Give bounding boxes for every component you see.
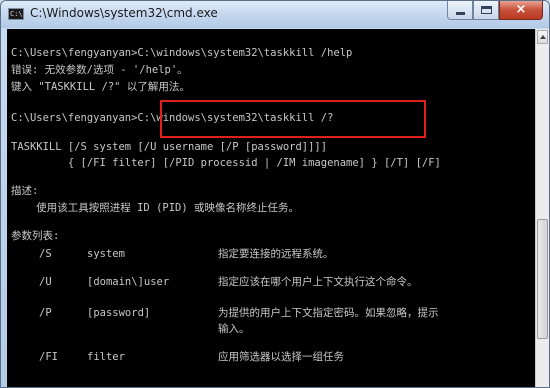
minimize-icon [456,12,465,15]
param-switch: /S [39,248,52,260]
console-line: 使用该工具按照进程 ID (PID) 或映像名称终止任务。 [11,202,300,214]
window-controls: × [447,1,543,20]
param-arg: [domain\]user [87,276,170,288]
close-icon: × [515,2,527,17]
param-switch: /FI [39,351,58,363]
title-bar[interactable]: C:\ C:\Windows\system32\cmd.exe × [1,1,549,28]
cmd-app-icon[interactable]: C:\ [8,8,24,20]
console-line: 描述: [11,185,39,197]
highlight-box [160,100,426,138]
param-desc: 应用筛选器以选择一组任务 [218,351,344,363]
maximize-button[interactable] [473,1,499,20]
param-arg: system [87,248,125,260]
param-arg: [password] [87,307,151,319]
maximize-icon [481,6,492,14]
console-line: 键入 "TASKKILL /?" 以了解用法。 [11,81,190,93]
vertical-scrollbar[interactable] [535,29,549,387]
console-line: TASKKILL [/S system [/U username [/P [pa… [11,141,328,153]
param-desc: 指定应该在哪个用户上下文执行这个命令。 [218,276,418,288]
scroll-up-button[interactable] [537,30,548,44]
console-output[interactable]: C:\Users\fengyanyan>C:\windows\system32\… [7,29,537,387]
param-switch: /P [39,307,52,319]
minimize-button[interactable] [447,1,473,20]
console-line: 参数列表: [11,230,60,242]
cmd-window: C:\ C:\Windows\system32\cmd.exe × C:\Use… [0,0,550,388]
param-desc: 指定要连接的远程系统。 [218,248,334,260]
param-desc-continued: 输入。 [218,323,250,335]
param-arg: filter [87,351,125,363]
close-button[interactable]: × [499,1,543,20]
console-line: C:\Users\fengyanyan>C:\windows\system32\… [11,47,353,59]
console-line: 错误: 无效参数/选项 - '/help'。 [11,64,188,76]
console-line: { [/FI filter] [/PID processid | /IM ima… [11,157,441,169]
param-switch: /U [39,276,52,288]
param-desc: 为提供的用户上下文指定密码。如果忽略，提示 [218,307,439,319]
window-title: C:\Windows\system32\cmd.exe [30,6,218,20]
scrollbar-thumb[interactable] [537,219,548,339]
